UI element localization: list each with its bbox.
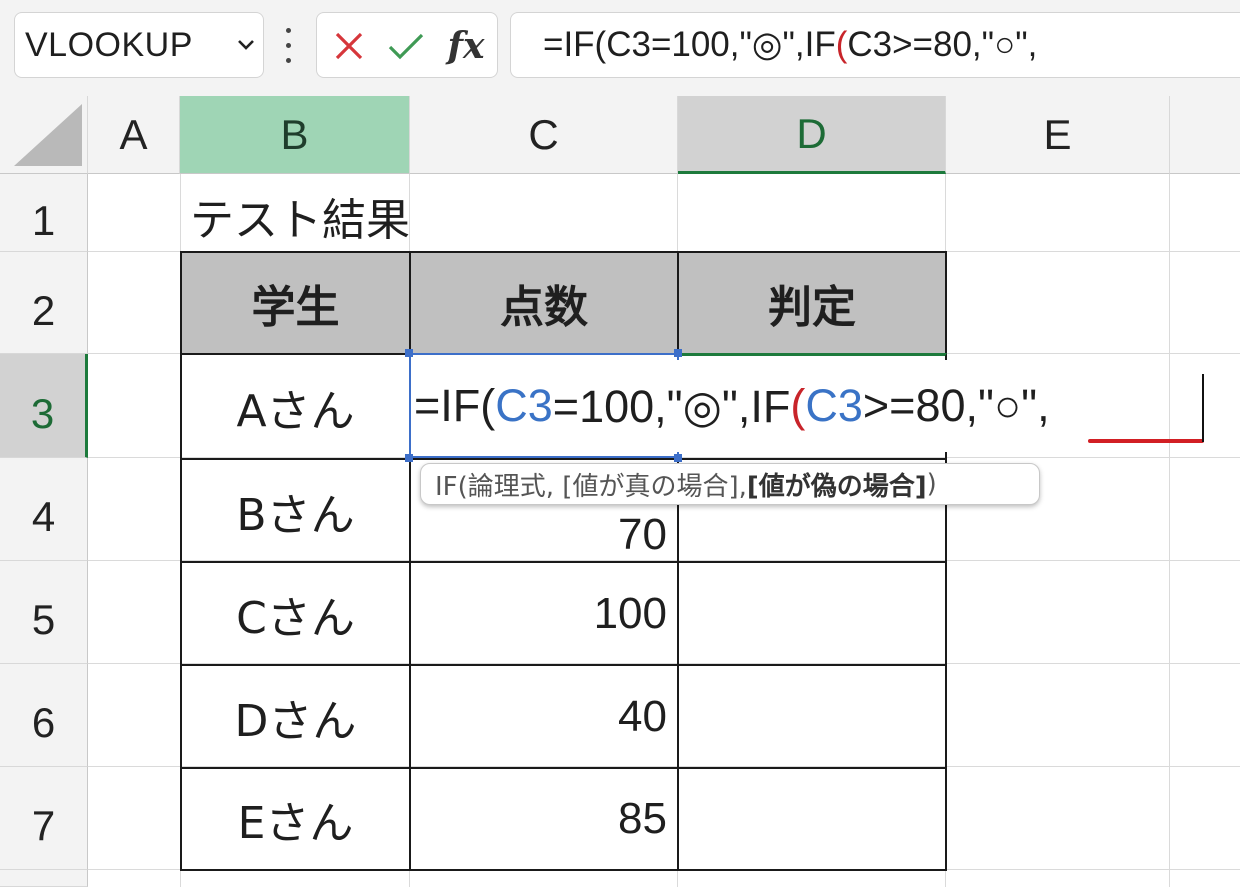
header-cell-score[interactable]: 点数 — [409, 251, 679, 355]
name-box-value[interactable]: VLOOKUP — [25, 26, 229, 65]
result-cell-d6[interactable] — [677, 664, 947, 769]
row-header-1[interactable]: 1 — [0, 174, 88, 252]
paren-highlight: ( — [790, 380, 806, 431]
cell-ref-c3: C3 — [495, 380, 553, 431]
row-header-8[interactable] — [0, 870, 88, 887]
student-cell-b3[interactable]: Aさん — [180, 353, 411, 460]
score-cell-c6[interactable]: 40 — [409, 664, 679, 769]
chevron-down-icon[interactable] — [229, 12, 263, 78]
column-header-c[interactable]: C — [410, 96, 678, 174]
formula-paren-highlight: ( — [835, 25, 848, 64]
formula-buttons-group: fx — [316, 12, 498, 78]
insert-function-icon[interactable]: fx — [441, 21, 491, 71]
resize-handle[interactable] — [674, 454, 682, 462]
text-caret — [1202, 374, 1204, 442]
edit-text-part: >=80,"○", — [862, 380, 1050, 431]
column-header-e[interactable]: E — [946, 96, 1170, 174]
row-header-3[interactable]: 3 — [0, 354, 88, 458]
formula-text-part: =IF(C3=100,"◎",IF — [543, 25, 836, 64]
cancel-icon[interactable] — [327, 21, 371, 71]
resize-handle[interactable] — [674, 349, 682, 357]
edit-text-part: =100,"◎",IF — [552, 380, 791, 432]
student-cell-b7[interactable]: Eさん — [180, 767, 411, 871]
more-options-icon[interactable] — [280, 26, 296, 66]
result-cell-d7[interactable] — [677, 767, 947, 871]
result-cell-d5[interactable] — [677, 561, 947, 666]
header-cell-result[interactable]: 判定 — [677, 251, 947, 355]
resize-handle[interactable] — [405, 454, 413, 462]
header-cell-student[interactable]: 学生 — [180, 251, 411, 355]
row-header-6[interactable]: 6 — [0, 664, 88, 767]
row-header-4[interactable]: 4 — [0, 458, 88, 561]
score-cell-c7[interactable]: 85 — [409, 767, 679, 871]
student-cell-b4[interactable]: Bさん — [180, 458, 411, 563]
cell-ref-c3: C3 — [805, 380, 863, 431]
student-cell-b6[interactable]: Dさん — [180, 664, 411, 769]
gridline — [1169, 174, 1170, 887]
tooltip-signature: IF(論理式, [値が真の場合], — [435, 471, 747, 502]
tooltip-close-paren: ) — [926, 469, 937, 499]
tooltip-current-arg: [値が偽の場合] — [746, 471, 927, 502]
in-cell-formula-editor[interactable]: =IF(C3 =100,"◎",IF(C3 >=80,"○", — [414, 360, 1050, 452]
formula-text-part: C3>=80,"○", — [847, 25, 1038, 64]
select-all-button[interactable] — [0, 96, 88, 174]
row-header-7[interactable]: 7 — [0, 767, 88, 870]
row-header-5[interactable]: 5 — [0, 561, 88, 664]
column-header-b[interactable]: B — [180, 96, 410, 174]
column-header-d[interactable]: D — [678, 96, 946, 174]
column-header-f[interactable] — [1170, 96, 1240, 174]
function-args-tooltip[interactable]: IF(論理式, [値が真の場合], [値が偽の場合]) — [420, 463, 1040, 505]
select-all-corner-icon — [14, 104, 82, 166]
student-cell-b5[interactable]: Cさん — [180, 561, 411, 666]
score-cell-c5[interactable]: 100 — [409, 561, 679, 666]
name-box[interactable]: VLOOKUP — [14, 12, 264, 78]
column-header-a[interactable]: A — [88, 96, 180, 174]
resize-handle[interactable] — [405, 349, 413, 357]
sheet-title-cell-b1[interactable]: テスト結果 — [190, 184, 410, 248]
edit-text-part: =IF( — [414, 380, 496, 431]
formula-input[interactable]: =IF(C3=100,"◎",IF(C3>=80,"○", — [510, 12, 1240, 78]
enter-icon[interactable] — [383, 21, 429, 71]
current-argument-underline — [1088, 439, 1204, 443]
row-header-2[interactable]: 2 — [0, 252, 88, 354]
